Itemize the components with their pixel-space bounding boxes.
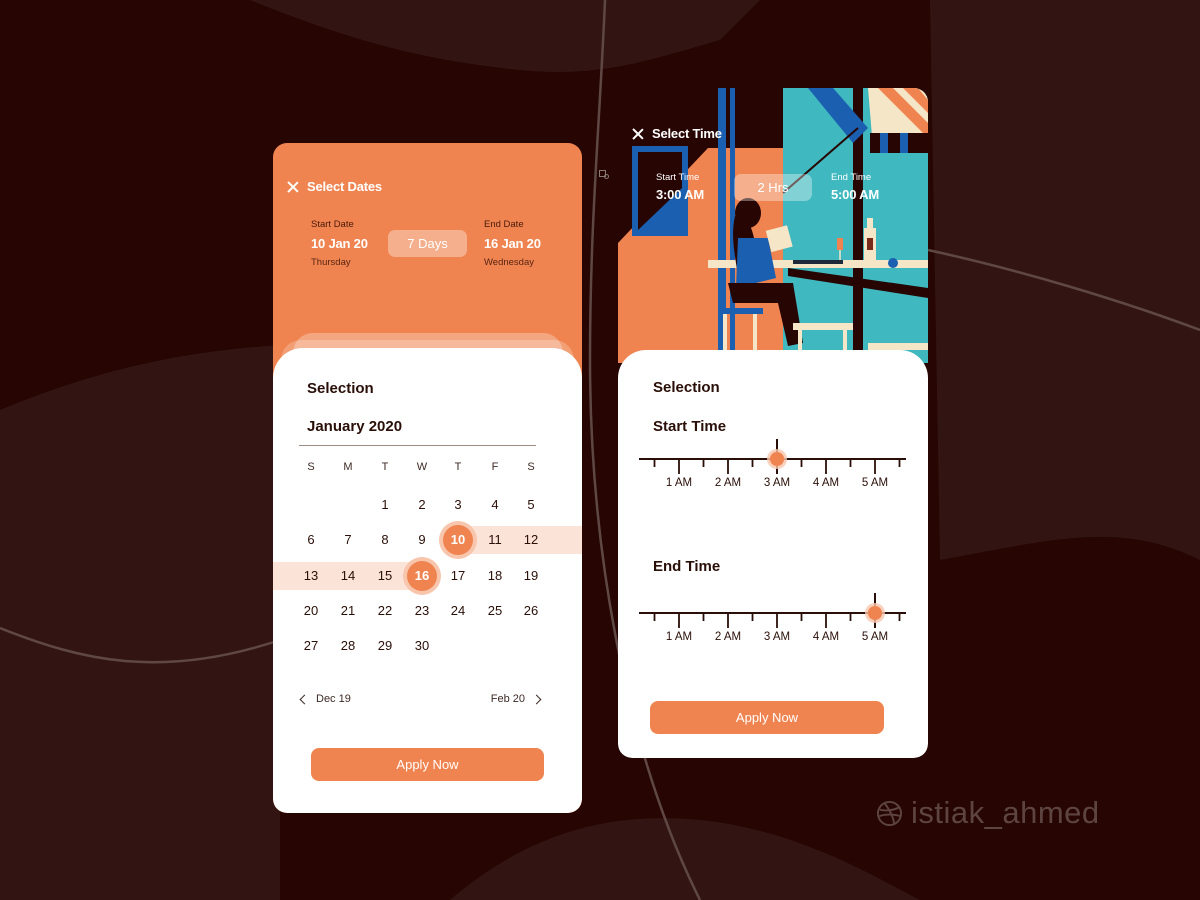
weekday-header: F [491, 461, 499, 473]
chevron-left-icon [299, 694, 310, 704]
date-card-title: Select Dates [307, 179, 382, 194]
slider-handle[interactable] [770, 452, 784, 466]
end-time-block[interactable]: End Time 5:00 AM [831, 172, 879, 202]
tick-label: 2 AM [715, 477, 741, 486]
calendar-day[interactable]: 23 [407, 597, 437, 625]
apply-now-button[interactable]: Apply Now [311, 748, 544, 781]
calendar-day[interactable]: 26 [516, 597, 546, 625]
tick-label: 4 AM [813, 631, 839, 640]
tick-label: 2 AM [715, 631, 741, 640]
chevron-right-icon [531, 694, 542, 704]
end-time-value: 5:00 AM [831, 187, 879, 202]
tick-label: 3 AM [764, 477, 790, 486]
end-time-label: End Time [831, 172, 872, 183]
close-icon[interactable] [287, 181, 299, 193]
calendar-day[interactable]: 14 [333, 562, 363, 590]
watermark: istiak_ahmed [876, 795, 1100, 831]
calendar-day[interactable]: 8 [370, 526, 400, 554]
end-date-weekday: Wednesday [484, 257, 534, 268]
calendar-sheet: Selection January 2020 SMTWTFS1234567891… [273, 348, 582, 813]
calendar-day[interactable]: 11 [480, 526, 510, 554]
tick-label: 5 AM [862, 477, 888, 486]
calendar-day[interactable]: 25 [480, 597, 510, 625]
prev-month-label: Dec 19 [316, 693, 351, 705]
weekday-header: M [343, 461, 353, 473]
watermark-text: istiak_ahmed [911, 795, 1100, 830]
calendar-day[interactable]: 29 [370, 632, 400, 660]
calendar-day[interactable]: 15 [370, 562, 400, 590]
end-date-value: 16 Jan 20 [484, 236, 541, 251]
time-header-title-row: Select Time [632, 126, 722, 141]
calendar-day[interactable]: 28 [333, 632, 363, 660]
prev-month-button[interactable]: Dec 19 [299, 693, 351, 705]
start-date-weekday: Thursday [311, 257, 351, 268]
calendar-day[interactable]: 3 [443, 491, 473, 519]
start-time-block[interactable]: Start Time 3:00 AM [656, 172, 704, 202]
apply-now-button[interactable]: Apply Now [650, 701, 884, 734]
end-date-label: End Date [484, 219, 524, 230]
calendar-day[interactable]: 12 [516, 526, 546, 554]
calendar-day[interactable]: 5 [516, 491, 546, 519]
weekday-header: W [416, 461, 428, 473]
time-sheet: Selection Start Time 1 AM 2 AM 3 AM 4 AM 5 A… [618, 350, 928, 758]
next-month-button[interactable]: Feb 20 [490, 693, 542, 705]
tick-label: 4 AM [813, 477, 839, 486]
dribbble-icon [876, 800, 903, 826]
weekday-header: T [381, 461, 389, 473]
start-date-block[interactable]: Start Date 10 Jan 20 Thursday [311, 219, 368, 268]
calendar-day[interactable]: 22 [370, 597, 400, 625]
tick-label: 3 AM [764, 631, 790, 640]
date-header-title-row: Select Dates [287, 179, 382, 194]
tick-label: 1 AM [666, 477, 692, 486]
weekday-header: S [307, 461, 315, 473]
calendar-day[interactable]: 6 [296, 526, 326, 554]
day-range-start[interactable]: 10 [443, 526, 473, 554]
duration-badge: 2 Hrs [734, 174, 812, 201]
select-dates-card: Select Dates Start Date 10 Jan 20 Thursd… [273, 143, 582, 813]
weekday-header: T [454, 461, 462, 473]
calendar-day[interactable]: 27 [296, 632, 326, 660]
day-range-end[interactable]: 16 [407, 562, 437, 590]
next-month-label: Feb 20 [490, 693, 525, 705]
calendar-day[interactable]: 18 [480, 562, 510, 590]
calendar-day[interactable]: 4 [480, 491, 510, 519]
calendar-day[interactable]: 9 [407, 526, 437, 554]
tick-label: 1 AM [666, 631, 692, 640]
close-icon[interactable] [632, 128, 644, 140]
selection-title: Selection [653, 379, 720, 396]
calendar-day[interactable]: 20 [296, 597, 326, 625]
start-date-label: Start Date [311, 219, 354, 230]
calendar-day[interactable]: 13 [296, 562, 326, 590]
date-header: Select Dates Start Date 10 Jan 20 Thursd… [273, 143, 582, 363]
start-time-slider-title: Start Time [653, 418, 727, 435]
start-date-value: 10 Jan 20 [311, 236, 368, 251]
tick-label: 5 AM [862, 631, 888, 640]
time-card-title: Select Time [652, 126, 722, 141]
divider [299, 445, 536, 446]
calendar-day[interactable]: 2 [407, 491, 437, 519]
weekday-header: S [527, 461, 535, 473]
calendar-day[interactable]: 19 [516, 562, 546, 590]
background-shapes [0, 0, 1200, 900]
start-time-value: 3:00 AM [656, 187, 704, 202]
calendar-day[interactable]: 24 [443, 597, 473, 625]
calendar-day[interactable]: 17 [443, 562, 473, 590]
calendar-day[interactable]: 1 [370, 491, 400, 519]
start-time-slider[interactable]: 1 AM 2 AM 3 AM 4 AM 5 AM [638, 436, 908, 486]
calendar-day[interactable]: 30 [407, 632, 437, 660]
end-date-block[interactable]: End Date 16 Jan 20 Wednesday [484, 219, 541, 268]
calendar-clock-icon [599, 166, 609, 184]
calendar-day[interactable]: 21 [333, 597, 363, 625]
select-time-card: Select Time Start Time 3:00 AM 2 Hrs End… [618, 88, 928, 758]
end-time-slider-title: End Time [653, 558, 721, 575]
month-label: January 2020 [307, 418, 403, 435]
start-time-label: Start Time [656, 172, 700, 183]
end-time-slider[interactable]: 1 AM 2 AM 3 AM 4 AM 5 AM [638, 590, 908, 640]
duration-badge: 7 Days [388, 230, 467, 257]
selection-title: Selection [307, 380, 374, 397]
calendar-day[interactable]: 7 [333, 526, 363, 554]
slider-handle[interactable] [868, 606, 882, 620]
